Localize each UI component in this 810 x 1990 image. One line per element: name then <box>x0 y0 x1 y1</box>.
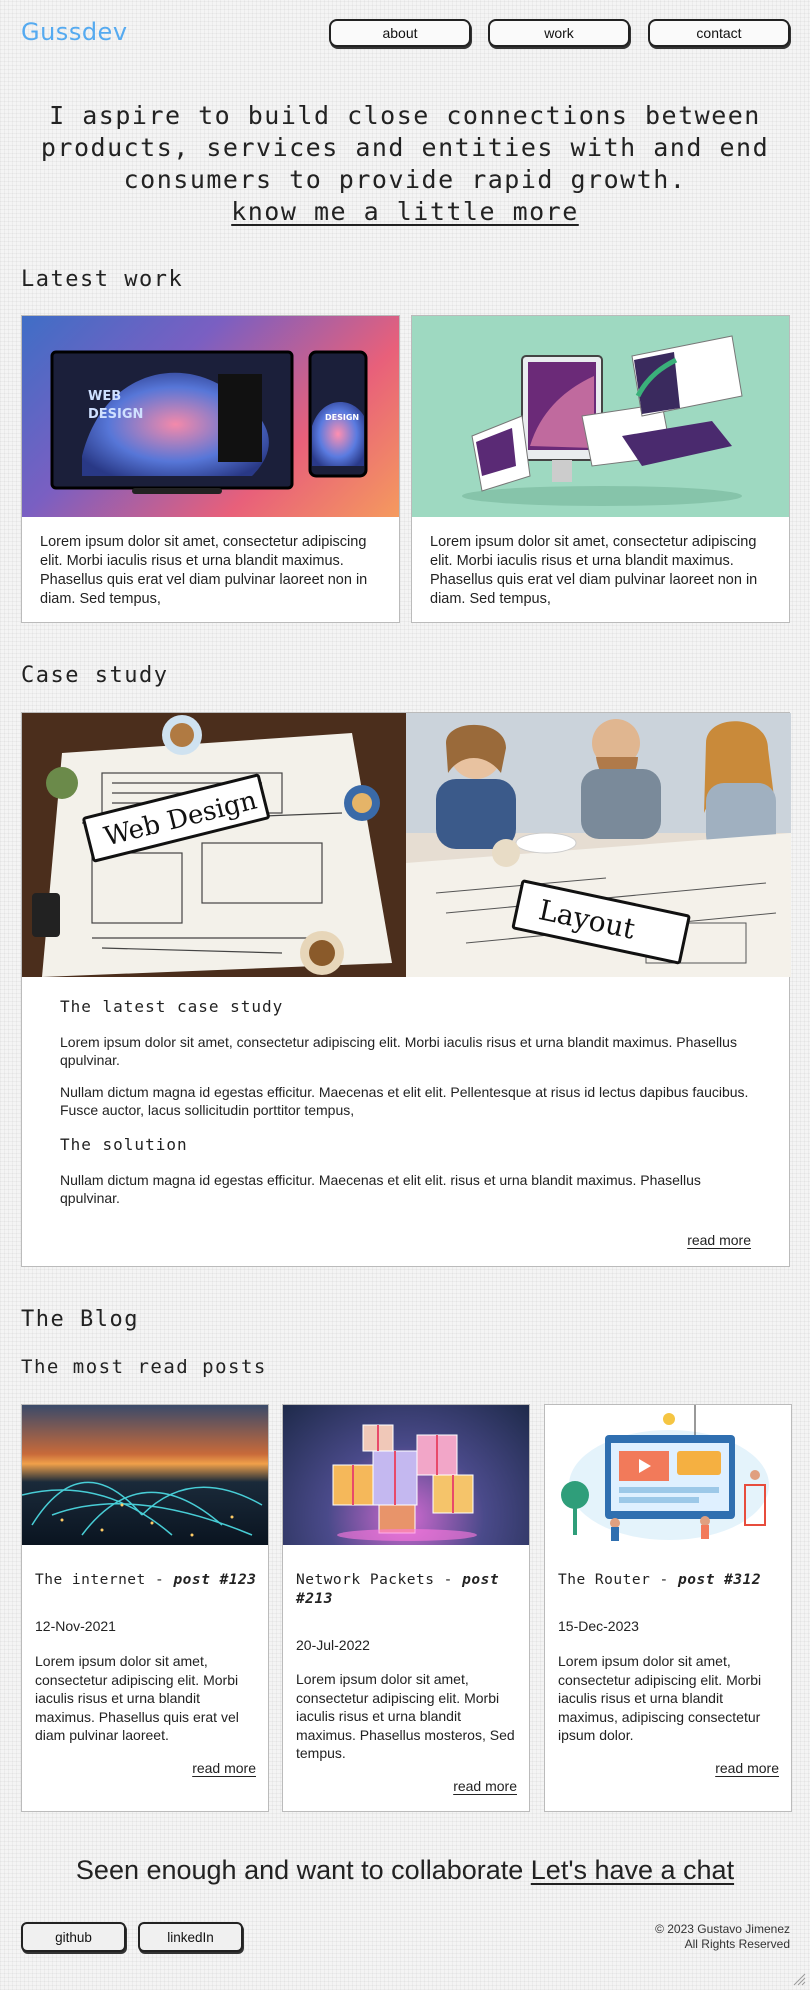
work-card[interactable]: Lorem ipsum dolor sit amet, consectetur … <box>411 315 790 623</box>
copyright-line: © 2023 Gustavo Jimenez <box>655 1922 790 1936</box>
resize-grip-icon[interactable] <box>792 1972 806 1986</box>
linkedin-button[interactable]: linkedIn <box>138 1922 243 1952</box>
network-city-image <box>22 1405 268 1545</box>
collaborate-cta: Seen enough and want to collaborate Let'… <box>0 1855 810 1886</box>
latest-work-title: Latest work <box>21 267 184 292</box>
nav-work-button[interactable]: work <box>488 19 630 47</box>
web-design-mockup-word: DESIGN <box>325 413 359 422</box>
blog-post-card[interactable]: Network Packets - post #213 20-Jul-2022 … <box>282 1404 530 1812</box>
cta-text: Seen enough and want to collaborate <box>75 1855 531 1885</box>
web-design-mockup-image: WEB DESIGN DESIGN <box>22 316 399 517</box>
nav-contact-button[interactable]: contact <box>648 19 790 47</box>
blog-subtitle: The most read posts <box>21 1356 267 1378</box>
case-study-paragraph: Nullam dictum magna id egestas efficitur… <box>60 1084 749 1118</box>
case-study-paragraph: Lorem ipsum dolor sit amet, consectetur … <box>60 1034 737 1068</box>
web-design-mockup-word: WEB <box>88 389 121 404</box>
blog-post-title-text: The internet - <box>35 1572 174 1588</box>
about-me-link[interactable]: know me a little more <box>231 197 579 226</box>
work-card-description: Lorem ipsum dolor sit amet, consectetur … <box>430 534 758 607</box>
blog-post-title-text: The Router - <box>558 1572 678 1588</box>
solution-paragraph: Nullam dictum magna id egestas efficitur… <box>60 1172 701 1206</box>
blog-post-excerpt: Lorem ipsum dolor sit amet, consectetur … <box>296 1671 515 1761</box>
blog-read-more-link[interactable]: read more <box>453 1778 517 1794</box>
blog-post-excerpt: Lorem ipsum dolor sit amet, consectetur … <box>558 1653 762 1743</box>
site-logo[interactable]: Gussdev <box>21 18 128 46</box>
blog-read-more-link[interactable]: read more <box>715 1760 779 1776</box>
solution-heading: The solution <box>60 1135 188 1154</box>
blog-post-card[interactable]: The internet - post #123 12-Nov-2021 Lor… <box>21 1404 269 1812</box>
blog-post-date: 15-Dec-2023 <box>558 1618 639 1634</box>
nav-about-button[interactable]: about <box>329 19 471 47</box>
blog-post-title-text: Network Packets - <box>296 1572 463 1588</box>
hero-section: I aspire to build close connections betw… <box>40 100 770 228</box>
work-card-description: Lorem ipsum dolor sit amet, consectetur … <box>40 534 368 607</box>
copyright-notice: © 2023 Gustavo Jimenez All Rights Reserv… <box>655 1922 790 1952</box>
blog-post-title: The internet - post #123 <box>35 1571 260 1590</box>
blog-title: The Blog <box>21 1307 139 1332</box>
case-study-body: The latest case study Lorem ipsum dolor … <box>60 997 750 1207</box>
case-study-read-more-link[interactable]: read more <box>687 1232 751 1248</box>
blog-post-excerpt: Lorem ipsum dolor sit amet, consectetur … <box>35 1653 239 1743</box>
team-layout-meeting-image: Layout <box>406 713 791 977</box>
case-study-title: Case study <box>21 663 169 688</box>
web-design-mockup-word: DESIGN <box>88 407 143 422</box>
hero-statement: I aspire to build close connections betw… <box>40 101 770 194</box>
blog-post-card[interactable]: The Router - post #312 15-Dec-2023 Lorem… <box>544 1404 792 1812</box>
blog-post-title: The Router - post #312 <box>558 1571 783 1590</box>
case-study-heading: The latest case study <box>60 997 284 1016</box>
gift-boxes-image <box>283 1405 529 1545</box>
blog-post-number: post #312 <box>678 1572 762 1588</box>
github-button[interactable]: github <box>21 1922 126 1952</box>
blog-post-title: Network Packets - post #213 <box>296 1571 521 1609</box>
work-card[interactable]: WEB DESIGN DESIGN Lorem ipsum dolor sit … <box>21 315 400 623</box>
blog-read-more-link[interactable]: read more <box>192 1760 256 1776</box>
blog-post-date: 12-Nov-2021 <box>35 1618 116 1634</box>
rights-line: All Rights Reserved <box>684 1937 790 1951</box>
responsive-devices-mockup-image <box>412 316 789 517</box>
site-header: Gussdev about work contact <box>0 0 810 66</box>
web-design-sketch-image: Web Design <box>22 713 406 977</box>
chat-link[interactable]: Let's have a chat <box>531 1855 734 1885</box>
case-study-card: Web Design Layout The latest case study … <box>21 712 791 1267</box>
blog-post-date: 20-Jul-2022 <box>296 1637 370 1653</box>
blog-post-number: post #123 <box>173 1572 257 1588</box>
router-illustration-image <box>545 1405 791 1545</box>
